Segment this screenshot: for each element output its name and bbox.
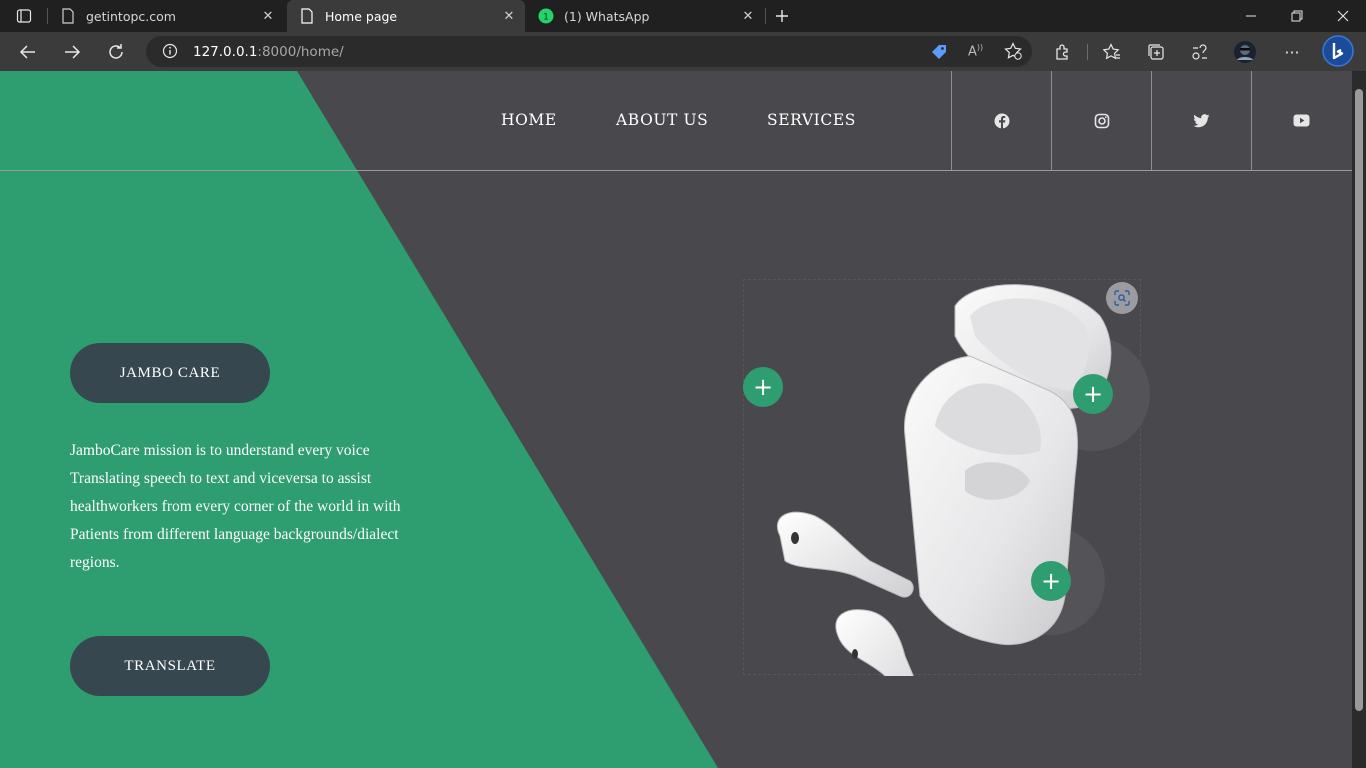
bing-chat-icon[interactable]: [1322, 35, 1354, 67]
youtube-icon: [1293, 114, 1310, 127]
nav-services[interactable]: SERVICES: [767, 111, 856, 129]
back-icon[interactable]: [15, 39, 41, 65]
extensions-icon[interactable]: [1050, 39, 1076, 65]
instagram-icon: [1094, 113, 1109, 128]
social-youtube[interactable]: [1251, 71, 1351, 170]
new-tab-icon[interactable]: [769, 3, 795, 29]
tab-whatsapp[interactable]: 1 (1) WhatsApp ✕: [526, 0, 764, 32]
tab-actions-icon[interactable]: [11, 3, 37, 29]
tab-home-page[interactable]: Home page ✕: [287, 0, 525, 32]
close-tab-icon[interactable]: ✕: [260, 8, 276, 24]
tab-title: (1) WhatsApp: [564, 8, 650, 24]
airpods-image: [777, 284, 1112, 676]
hotspot-plus-button[interactable]: +: [743, 367, 783, 407]
browser-toolbar: 127.0.0.1:8000/home/ A)) ···: [0, 32, 1366, 71]
close-tab-icon[interactable]: ✕: [740, 8, 756, 24]
webpage: HOME ABOUT US SERVICES JAMBO CARE JamboC…: [0, 71, 1352, 768]
tab-separator: [765, 8, 766, 24]
vertical-scrollbar[interactable]: [1352, 71, 1366, 768]
social-facebook[interactable]: [951, 71, 1051, 170]
twitter-icon: [1193, 113, 1210, 127]
jambo-care-button[interactable]: JAMBO CARE: [70, 343, 270, 403]
browser-essentials-icon[interactable]: [1187, 39, 1213, 65]
url-path: :8000/home/: [257, 44, 344, 60]
toolbar-separator: [1087, 44, 1088, 60]
close-window-icon[interactable]: [1320, 0, 1366, 32]
refresh-icon[interactable]: [103, 39, 129, 65]
minimize-icon[interactable]: [1228, 0, 1274, 32]
url-text: 127.0.0.1:8000/home/: [193, 44, 344, 60]
site-info-icon[interactable]: [162, 43, 178, 63]
translate-button[interactable]: TRANSLATE: [70, 636, 270, 696]
mission-text: JamboCare mission is to understand every…: [70, 442, 401, 571]
page-icon: [60, 8, 76, 24]
browser-tab-bar: getintopc.com ✕ Home page ✕ 1 (1) WhatsA…: [0, 0, 1366, 32]
coupon-tag-icon[interactable]: [930, 43, 948, 65]
nav-divider: [0, 170, 1352, 171]
facebook-icon: [994, 113, 1009, 129]
whatsapp-icon: 1: [538, 8, 554, 24]
close-tab-icon[interactable]: ✕: [501, 8, 517, 24]
favorites-icon[interactable]: [1099, 39, 1125, 65]
hotspot-plus-button[interactable]: +: [1031, 561, 1071, 601]
profile-avatar[interactable]: [1232, 39, 1258, 65]
url-host: 127.0.0.1: [193, 44, 258, 60]
collections-icon[interactable]: [1143, 39, 1169, 65]
tab-title: Home page: [325, 8, 398, 24]
social-instagram[interactable]: [1051, 71, 1151, 170]
address-bar[interactable]: 127.0.0.1:8000/home/ A)): [146, 36, 1032, 67]
tab-title: getintopc.com: [86, 8, 176, 24]
restore-icon[interactable]: [1274, 0, 1320, 32]
hotspot-plus-button[interactable]: +: [1073, 374, 1113, 414]
forward-icon[interactable]: [59, 39, 85, 65]
scrollbar-thumb[interactable]: [1355, 89, 1363, 711]
whatsapp-badge: 1: [543, 13, 549, 23]
more-options-icon[interactable]: ···: [1279, 39, 1305, 65]
nav-home[interactable]: HOME: [501, 111, 557, 129]
visual-search-icon[interactable]: [1106, 282, 1138, 314]
add-favorite-icon[interactable]: [1004, 42, 1022, 64]
page-icon: [299, 8, 315, 24]
tab-getintopc[interactable]: getintopc.com ✕: [48, 0, 284, 32]
read-aloud-icon[interactable]: A)): [968, 43, 983, 59]
nav-about-us[interactable]: ABOUT US: [616, 111, 708, 129]
social-twitter[interactable]: [1151, 71, 1251, 170]
